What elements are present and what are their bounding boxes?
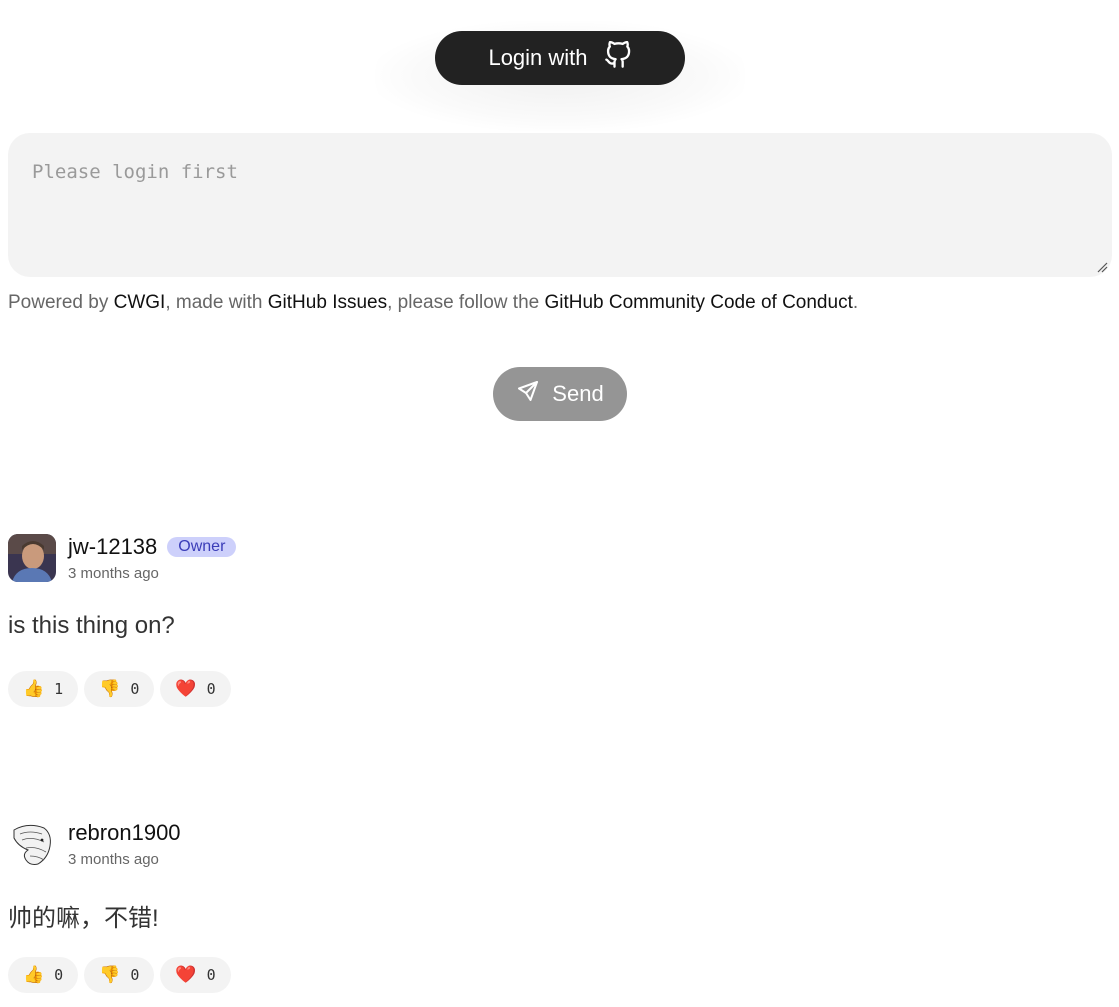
send-label: Send xyxy=(552,381,604,406)
reaction-count: 1 xyxy=(54,680,64,698)
reaction-count: 0 xyxy=(206,966,216,984)
github-issues-link[interactable]: GitHub Issues xyxy=(268,292,387,313)
thumbs-down-icon: 👎 xyxy=(99,964,121,985)
login-with-github-button[interactable]: Login with xyxy=(435,31,685,85)
comment-time: 3 months ago xyxy=(68,565,159,582)
reaction-count: 0 xyxy=(206,680,216,698)
reactions-bar: 👍 1 👎 0 ❤️ 0 xyxy=(8,671,231,707)
comment-textarea[interactable]: Please login first xyxy=(8,133,1112,277)
thumbs-up-reaction[interactable]: 👍 1 xyxy=(8,671,79,707)
comment-body: 帅的嘛，不错! xyxy=(8,905,159,932)
comment-time: 3 months ago xyxy=(68,851,159,868)
reactions-bar: 👍 0 👎 0 ❤️ 0 xyxy=(8,957,231,993)
login-area: Login with xyxy=(375,21,745,131)
heart-reaction[interactable]: ❤️ 0 xyxy=(160,957,231,993)
powered-suffix: . xyxy=(852,292,859,313)
resize-handle-icon[interactable] xyxy=(1096,261,1108,273)
comment-author-row: rebron1900 xyxy=(68,820,181,846)
thumbs-up-icon: 👍 xyxy=(23,678,45,699)
github-icon xyxy=(604,40,632,75)
heart-icon: ❤️ xyxy=(175,678,197,699)
powered-by-text: Powered by CWGI, made with GitHub Issues… xyxy=(8,292,858,314)
powered-mid1: , made with xyxy=(165,292,268,313)
reaction-count: 0 xyxy=(130,680,140,698)
owner-badge: Owner xyxy=(167,537,237,557)
comment-author-row: jw-12138 Owner xyxy=(68,534,237,560)
login-label: Login with xyxy=(488,45,588,70)
thumbs-down-reaction[interactable]: 👎 0 xyxy=(84,957,155,993)
reaction-count: 0 xyxy=(54,966,64,984)
author-name[interactable]: rebron1900 xyxy=(68,820,181,846)
avatar[interactable] xyxy=(8,820,56,868)
powered-mid2: , please follow the xyxy=(387,292,545,313)
author-name[interactable]: jw-12138 xyxy=(68,534,157,560)
thumbs-up-reaction[interactable]: 👍 0 xyxy=(8,957,79,993)
send-icon xyxy=(516,379,540,409)
textarea-placeholder: Please login first xyxy=(32,161,238,183)
code-of-conduct-link[interactable]: GitHub Community Code of Conduct xyxy=(544,292,852,313)
powered-prefix: Powered by xyxy=(8,292,114,313)
reaction-count: 0 xyxy=(130,966,140,984)
comment-body: is this thing on? xyxy=(8,612,175,639)
heart-reaction[interactable]: ❤️ 0 xyxy=(160,671,231,707)
avatar[interactable] xyxy=(8,534,56,582)
send-button[interactable]: Send xyxy=(493,367,627,421)
cwgi-link[interactable]: CWGI xyxy=(114,292,166,313)
heart-icon: ❤️ xyxy=(175,964,197,985)
thumbs-down-reaction[interactable]: 👎 0 xyxy=(84,671,155,707)
thumbs-down-icon: 👎 xyxy=(99,678,121,699)
thumbs-up-icon: 👍 xyxy=(23,964,45,985)
